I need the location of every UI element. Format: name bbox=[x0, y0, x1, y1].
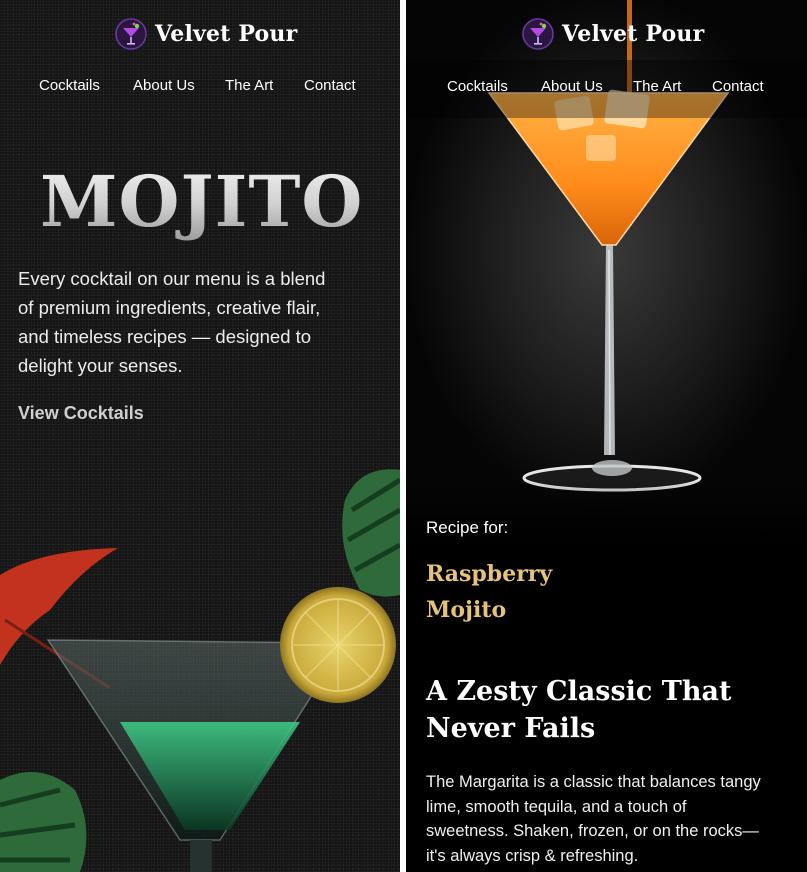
nav-item-about-us[interactable]: About Us bbox=[133, 77, 195, 94]
recipe-heading: A Zesty Classic That Never Fails bbox=[426, 676, 732, 744]
main-nav: Cocktails About Us The Art Contact bbox=[406, 78, 807, 98]
hero-panel: Velvet Pour Cocktails About Us The Art C… bbox=[0, 0, 400, 872]
main-nav: Cocktails About Us The Art Contact bbox=[0, 77, 400, 97]
nav-item-about-us[interactable]: About Us bbox=[541, 78, 603, 95]
hero-title: MOJITO bbox=[40, 160, 364, 243]
nav-item-the-art[interactable]: The Art bbox=[633, 78, 681, 95]
nav-item-cocktails[interactable]: Cocktails bbox=[39, 77, 100, 94]
recipe-panel: Velvet Pour Cocktails About Us The Art C… bbox=[406, 0, 807, 872]
nav-item-the-art[interactable]: The Art bbox=[225, 77, 273, 94]
view-cocktails-link[interactable]: View Cocktails bbox=[18, 403, 144, 424]
recipe-description: The Margarita is a classic that balances… bbox=[426, 773, 761, 865]
nav-item-contact[interactable]: Contact bbox=[712, 78, 764, 95]
brand-logo[interactable]: Velvet Pour bbox=[115, 18, 297, 50]
brand-name: Velvet Pour bbox=[155, 21, 298, 47]
nav-item-cocktails[interactable]: Cocktails bbox=[447, 78, 508, 95]
martini-logo-icon bbox=[115, 18, 147, 50]
brand-name: Velvet Pour bbox=[562, 21, 705, 47]
martini-logo-icon bbox=[522, 18, 554, 50]
recipe-prefix: Recipe for: bbox=[426, 518, 509, 537]
brand-logo[interactable]: Velvet Pour bbox=[522, 18, 704, 50]
recipe-name: Raspberry Mojito bbox=[426, 561, 553, 623]
nav-item-contact[interactable]: Contact bbox=[304, 77, 356, 94]
hero-description: Every cocktail on our menu is a blend of… bbox=[18, 268, 326, 376]
mojito-glass-illustration bbox=[0, 469, 400, 872]
